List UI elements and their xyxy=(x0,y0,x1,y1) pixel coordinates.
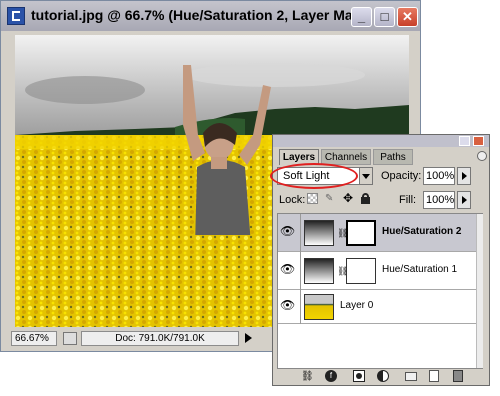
fill-slider-button[interactable] xyxy=(457,191,471,209)
zoom-field[interactable]: 66.67% xyxy=(11,331,57,346)
mask-thumbnail[interactable] xyxy=(346,220,376,246)
panel-title-bar[interactable] xyxy=(273,135,489,147)
adjustment-icon[interactable] xyxy=(377,370,389,382)
arrow-right-icon xyxy=(462,172,467,180)
eye-icon[interactable]: 👁 xyxy=(280,224,295,238)
eye-icon[interactable]: 👁 xyxy=(280,262,295,276)
document-title-bar[interactable]: tutorial.jpg @ 66.7% (Hue/Saturation 2, … xyxy=(1,1,420,31)
layers-list: 👁 ⛓ Hue/Saturation 2 👁 ⛓ Hue/Saturation … xyxy=(277,213,483,369)
link-icon[interactable]: ⛓ xyxy=(301,371,314,382)
document-size: Doc: 791.0K/791.0K xyxy=(81,331,239,346)
minimize-button[interactable]: _ xyxy=(351,7,372,27)
eye-icon[interactable]: 👁 xyxy=(280,298,295,312)
new-layer-icon[interactable] xyxy=(429,370,439,382)
layer-name: Hue/Saturation 2 xyxy=(382,226,462,237)
adjustment-thumbnail xyxy=(304,220,334,246)
tab-paths[interactable]: Paths xyxy=(373,149,413,165)
opacity-label: Opacity: xyxy=(381,170,422,182)
lock-all-icon[interactable] xyxy=(361,193,370,204)
fill-label: Fill: xyxy=(399,194,417,206)
layer-row-layer-0[interactable]: 👁 Layer 0 xyxy=(278,290,476,324)
adjustment-thumbnail xyxy=(304,258,334,284)
maximize-button[interactable]: □ xyxy=(374,7,395,27)
close-button[interactable]: ✕ xyxy=(397,7,418,27)
layer-name: Layer 0 xyxy=(340,300,374,311)
lock-transparency-icon[interactable] xyxy=(307,193,318,204)
opacity-field[interactable]: 100% xyxy=(423,167,455,185)
panel-minimize-button[interactable] xyxy=(459,136,470,146)
panel-footer: ⛓ f xyxy=(273,369,489,385)
panel-menu-icon[interactable] xyxy=(477,151,487,161)
chevron-down-icon xyxy=(362,174,370,179)
layers-scrollbar[interactable] xyxy=(476,214,483,368)
photoshop-icon xyxy=(7,7,25,25)
panel-close-button[interactable] xyxy=(473,136,484,146)
lock-move-icon[interactable]: ✥ xyxy=(343,192,355,204)
blend-dropdown-button[interactable] xyxy=(359,167,373,185)
image-thumbnail xyxy=(304,294,334,320)
fx-icon[interactable]: f xyxy=(325,370,337,382)
folder-icon[interactable] xyxy=(405,372,417,381)
highlight-ellipse xyxy=(270,163,358,189)
document-title: tutorial.jpg @ 66.7% (Hue/Saturation 2, … xyxy=(31,7,373,23)
mask-thumbnail[interactable] xyxy=(346,258,376,284)
tab-channels[interactable]: Channels xyxy=(321,149,371,165)
opacity-slider-button[interactable] xyxy=(457,167,471,185)
status-arrow-icon[interactable] xyxy=(245,333,252,343)
status-menu-icon[interactable] xyxy=(63,332,77,345)
layer-row-hue-saturation-2[interactable]: 👁 ⛓ Hue/Saturation 2 xyxy=(278,214,476,252)
layer-name: Hue/Saturation 1 xyxy=(382,264,458,275)
fill-field[interactable]: 100% xyxy=(423,191,455,209)
trash-icon[interactable] xyxy=(453,370,463,382)
lock-brush-icon[interactable]: ✎ xyxy=(325,193,336,204)
lock-label: Lock: xyxy=(279,194,306,206)
layer-row-hue-saturation-1[interactable]: 👁 ⛓ Hue/Saturation 1 xyxy=(278,252,476,290)
mask-icon[interactable] xyxy=(353,370,365,382)
layers-panel: Layers Channels Paths Soft Light Opacity… xyxy=(270,134,490,386)
arrow-right-icon xyxy=(462,196,467,204)
